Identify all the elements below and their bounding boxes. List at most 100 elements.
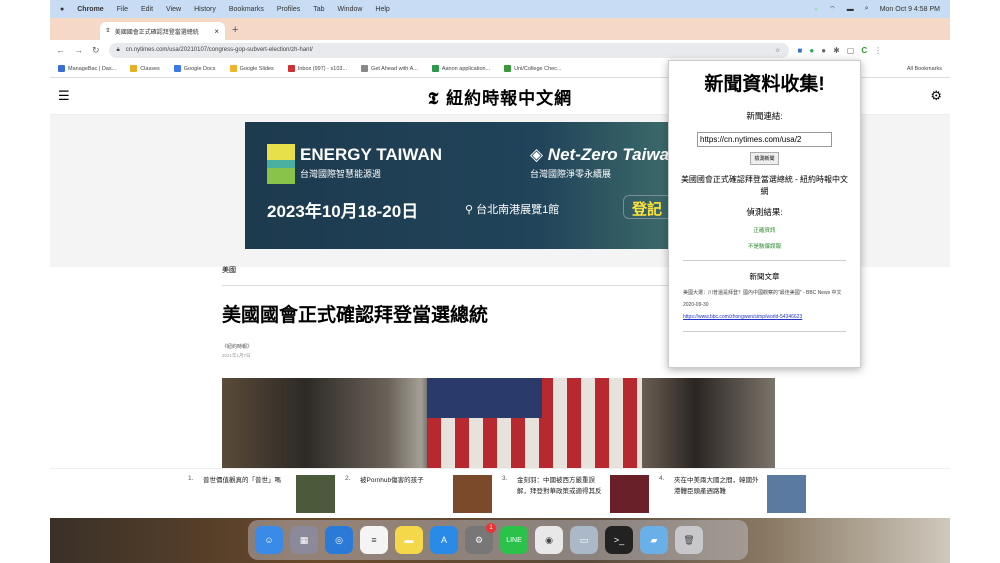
tab-active[interactable]: 𝕿 美國國會正式確認拜登當選總統 ×	[100, 22, 225, 40]
recommended-thumbnail[interactable]	[296, 475, 335, 513]
system-settings-app-icon[interactable]: ⚙ 1	[465, 523, 496, 554]
bookmark-icon	[229, 65, 237, 72]
bookmark-uni-college[interactable]: Uni/College Chec...	[504, 65, 562, 72]
chrome-menu-button[interactable]: ⋮	[874, 46, 882, 55]
news-url-input[interactable]	[697, 132, 832, 147]
extension-c-icon[interactable]: C	[861, 46, 867, 55]
notification-badge: 1	[486, 523, 496, 533]
related-article-title: 美國大選：川普還是拜登？國內中國觀察的"最佳美國" - BBC News 中文	[683, 290, 842, 296]
tab-close-icon[interactable]: ×	[214, 27, 219, 36]
location-pin-icon: ⚲	[465, 204, 477, 216]
clock[interactable]: Mon Oct 9 4:58 PM	[880, 6, 940, 13]
tab-strip: 𝕿 美國國會正式確認拜登當選總統 × +	[50, 18, 950, 40]
folder-app-icon[interactable]: ▰	[640, 526, 668, 554]
star-icon[interactable]: ☆	[775, 47, 780, 54]
extension-icon[interactable]: ●	[809, 46, 814, 55]
bookmark-icon	[361, 65, 369, 72]
lock-icon: 🔒︎	[116, 46, 120, 53]
related-article: 美國大選：川普還是拜登？國內中國觀察的"最佳美國" - BBC News 中文 …	[683, 290, 846, 321]
bookmark-managebac[interactable]: ManageBac | Das...	[58, 65, 116, 72]
reload-button[interactable]: ↻	[92, 45, 100, 56]
bookmark-classes[interactable]: Classes	[130, 65, 160, 72]
search-icon[interactable]: ⌕	[865, 5, 869, 13]
status-dot-icon: ●	[813, 5, 819, 13]
link-label: 新聞連結:	[746, 111, 783, 121]
menu-file[interactable]: File	[117, 6, 128, 13]
app-store-app-icon[interactable]: A	[430, 526, 458, 554]
forward-button[interactable]: →	[74, 45, 83, 55]
menu-window[interactable]: Window	[338, 6, 363, 13]
extension-popup: 新聞資料收集! 新聞連結: 檢測新聞 美國國會正式確認拜登當選總統 - 紐約時報…	[668, 60, 861, 368]
finder-app-icon[interactable]: ☺	[255, 526, 283, 554]
related-article-date: 2020-09-30	[683, 302, 709, 308]
reminders-app-icon[interactable]: ≡	[360, 526, 388, 554]
menu-history[interactable]: History	[194, 6, 216, 13]
articles-label: 新聞文章	[749, 272, 780, 281]
new-tab-button[interactable]: +	[232, 24, 238, 36]
bookmark-inbox[interactable]: Inbox (997) - s103...	[287, 65, 347, 72]
recommended-item[interactable]: 4. 夾在中美兩大國之間，韓國外港體臣頭產週路難	[659, 475, 816, 518]
recommended-item[interactable]: 2. 被Pornhub傷害的孩子	[345, 475, 502, 518]
divider	[683, 260, 846, 261]
flag-image	[427, 378, 642, 470]
sheets-icon	[504, 65, 512, 72]
sidepanel-icon[interactable]: ▢	[847, 46, 855, 55]
netzero-logo-icon: ◈	[530, 145, 548, 164]
line-app-icon[interactable]: LINE	[500, 526, 528, 554]
dock: ☺ ▦ ◎ ≡ ▬ A ⚙ 1 LINE ◉ ▭ >_ ▰ 🗑	[248, 520, 748, 560]
menu-chrome[interactable]: Chrome	[77, 6, 103, 13]
recommended-bar: 1. 普世價值觀真的「普世」嗎 2. 被Pornhub傷害的孩子 3. 金刻羽：中國被…	[50, 468, 950, 518]
gmail-icon	[287, 65, 295, 72]
menu-tab[interactable]: Tab	[313, 6, 324, 13]
ad-brand2-sub: 台灣國際淨零永續展	[530, 169, 612, 179]
extension-icon[interactable]: ■	[798, 46, 803, 55]
recommended-thumbnail[interactable]	[453, 475, 492, 513]
menu-bookmarks[interactable]: Bookmarks	[229, 6, 264, 13]
menu-help[interactable]: Help	[375, 6, 389, 13]
safari-app-icon[interactable]: ◎	[325, 526, 353, 554]
address-bar[interactable]: 🔒︎ cn.nytimes.com/usa/20210107/congress-…	[108, 42, 789, 58]
all-bookmarks[interactable]: All Bookmarks	[907, 66, 942, 72]
apple-icon[interactable]: ●	[60, 6, 64, 13]
settings-gear-icon[interactable]: ⚙	[930, 88, 942, 104]
chrome-app-icon[interactable]: ◉	[535, 526, 563, 554]
recommended-thumbnail[interactable]	[610, 475, 649, 513]
battery-icon[interactable]: ▬	[847, 6, 854, 13]
ad-banner[interactable]: ENERGY TAIWAN 台灣國際智慧能源週 ◈ Net-Zero Taiwa…	[245, 122, 670, 249]
menu-view[interactable]: View	[166, 6, 181, 13]
bookmark-icon	[173, 65, 181, 72]
article-photo	[222, 378, 775, 470]
extension-icon[interactable]: ●	[821, 46, 826, 55]
puzzle-icon[interactable]: ✱	[833, 46, 840, 55]
notes-app-icon[interactable]: ▬	[395, 526, 423, 554]
url-text[interactable]: cn.nytimes.com/usa/20210107/congress-gop…	[126, 47, 313, 53]
hamburger-menu-icon[interactable]: ☰	[58, 88, 70, 104]
preview-app-icon[interactable]: ▭	[570, 526, 598, 554]
recommended-item[interactable]: 3. 金刻羽：中國被西方嚴重誤解，拜登對華政策或適得其反	[502, 475, 659, 518]
trash-app-icon[interactable]: 🗑	[675, 526, 703, 554]
recommended-item[interactable]: 1. 普世價值觀真的「普世」嗎	[188, 475, 345, 518]
bookmark-google-docs[interactable]: Google Docs	[173, 65, 216, 72]
terminal-app-icon[interactable]: >_	[605, 526, 633, 554]
ad-register-button[interactable]: 登記	[623, 195, 670, 219]
divider	[683, 331, 846, 332]
back-button[interactable]: ←	[56, 45, 65, 55]
ad-location: ⚲ 台北南港展覽1館	[465, 204, 560, 216]
wifi-icon[interactable]: ⌔	[829, 5, 836, 14]
related-article-link[interactable]: https://www.bbc.com/zhongwen/simp/world-…	[683, 314, 846, 321]
popup-title: 新聞資料收集!	[704, 74, 825, 95]
bookmark-google-slides[interactable]: Google Slides	[229, 65, 274, 72]
screen: ● Chrome File Edit View History Bookmark…	[50, 0, 950, 563]
bookmark-get-ahead[interactable]: Get Ahead with A...	[361, 65, 418, 72]
menu-edit[interactable]: Edit	[141, 6, 153, 13]
extensions-area: ■ ● ● ✱ ▢ C ⋮	[798, 46, 883, 55]
check-news-button[interactable]: 檢測新聞	[750, 152, 779, 165]
recommended-thumbnail[interactable]	[767, 475, 806, 513]
result-label: 偵測結果:	[746, 207, 783, 217]
menu-profiles[interactable]: Profiles	[277, 6, 300, 13]
energy-taiwan-logo-icon	[267, 144, 295, 184]
result-1: 正確資訊	[753, 228, 776, 234]
launchpad-app-icon[interactable]: ▦	[290, 526, 318, 554]
nyt-logo[interactable]: 𝕿 紐約時報中文網	[428, 84, 572, 109]
bookmark-application[interactable]: Aanon application...	[431, 65, 490, 72]
